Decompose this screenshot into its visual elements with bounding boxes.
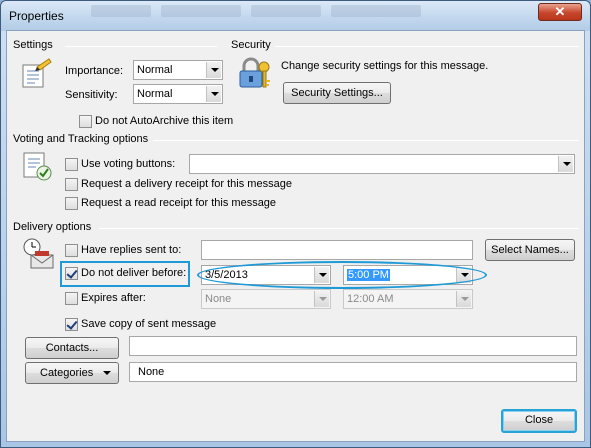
security-settings-button[interactable]: Security Settings... — [283, 82, 391, 104]
security-description: Change security settings for this messag… — [281, 60, 489, 72]
importance-select[interactable]: Normal — [133, 60, 223, 80]
save-copy-label: Save copy of sent message — [81, 318, 217, 330]
do-not-deliver-checkbox[interactable] — [65, 267, 78, 280]
voting-heading: Voting and Tracking options — [13, 133, 149, 145]
background-window-ghost — [331, 5, 421, 17]
autoarchive-checkbox[interactable] — [79, 115, 92, 128]
delivery-divider — [99, 228, 579, 229]
chevron-down-icon[interactable] — [206, 86, 221, 102]
expires-date-picker[interactable]: None — [201, 289, 331, 309]
settings-divider — [65, 46, 217, 47]
use-voting-checkbox[interactable] — [65, 158, 78, 171]
expires-label: Expires after: — [81, 292, 146, 304]
sensitivity-select[interactable]: Normal — [133, 84, 223, 104]
delivery-heading: Delivery options — [13, 221, 92, 233]
window-title: Properties — [9, 9, 64, 23]
contacts-button[interactable]: Contacts... — [25, 337, 119, 359]
delivery-receipt-checkbox[interactable] — [65, 178, 78, 191]
delivery-icon — [21, 237, 57, 271]
close-button[interactable]: Close — [501, 409, 577, 433]
expires-checkbox[interactable] — [65, 292, 78, 305]
importance-value: Normal — [137, 64, 173, 76]
categories-field[interactable]: None — [129, 362, 577, 382]
voting-divider — [153, 140, 579, 141]
save-copy-checkbox[interactable] — [65, 318, 78, 331]
settings-heading: Settings — [13, 39, 53, 51]
sensitivity-value: Normal — [137, 88, 173, 100]
voting-icon — [21, 149, 55, 183]
background-window-ghost — [161, 5, 241, 17]
read-receipt-checkbox[interactable] — [65, 197, 78, 210]
dialog-body: Settings Importance: Normal Sensitivity:… — [6, 30, 585, 442]
security-divider — [275, 46, 579, 47]
expires-date-value: None — [205, 293, 232, 305]
delivery-receipt-label: Request a delivery receipt for this mess… — [81, 178, 292, 190]
chevron-down-icon[interactable] — [456, 291, 471, 307]
expires-time-select[interactable]: 12:00 AM — [343, 289, 473, 309]
title-bar[interactable]: Properties ✕ — [1, 1, 590, 31]
select-names-button[interactable]: Select Names... — [485, 239, 575, 261]
sensitivity-label: Sensitivity: — [65, 89, 118, 101]
security-heading: Security — [231, 39, 271, 51]
autoarchive-label: Do not AutoArchive this item — [95, 115, 234, 127]
replies-checkbox[interactable] — [65, 244, 78, 257]
chevron-down-icon[interactable] — [206, 62, 221, 78]
categories-button[interactable]: Categories — [25, 362, 119, 384]
properties-dialog: Properties ✕ Settings Importance: Normal — [0, 0, 591, 448]
contacts-field[interactable] — [129, 336, 577, 356]
replies-field[interactable] — [201, 240, 473, 260]
read-receipt-label: Request a read receipt for this message — [81, 197, 277, 209]
deliver-datetime-highlight — [197, 261, 487, 289]
background-window-ghost — [91, 5, 151, 17]
importance-label: Importance: — [65, 65, 124, 77]
settings-icon — [19, 57, 53, 91]
voting-buttons-select[interactable] — [189, 154, 575, 174]
security-icon — [237, 55, 273, 91]
categories-value: None — [138, 366, 165, 378]
replies-label: Have replies sent to: — [81, 244, 182, 256]
chevron-down-icon[interactable] — [558, 156, 573, 172]
chevron-down-icon[interactable] — [314, 291, 329, 307]
window-close-button[interactable]: ✕ — [538, 3, 582, 21]
expires-time-value: 12:00 AM — [347, 293, 394, 305]
background-window-ghost — [251, 5, 321, 17]
use-voting-label: Use voting buttons: — [81, 158, 176, 170]
do-not-deliver-label: Do not deliver before: — [81, 267, 187, 279]
